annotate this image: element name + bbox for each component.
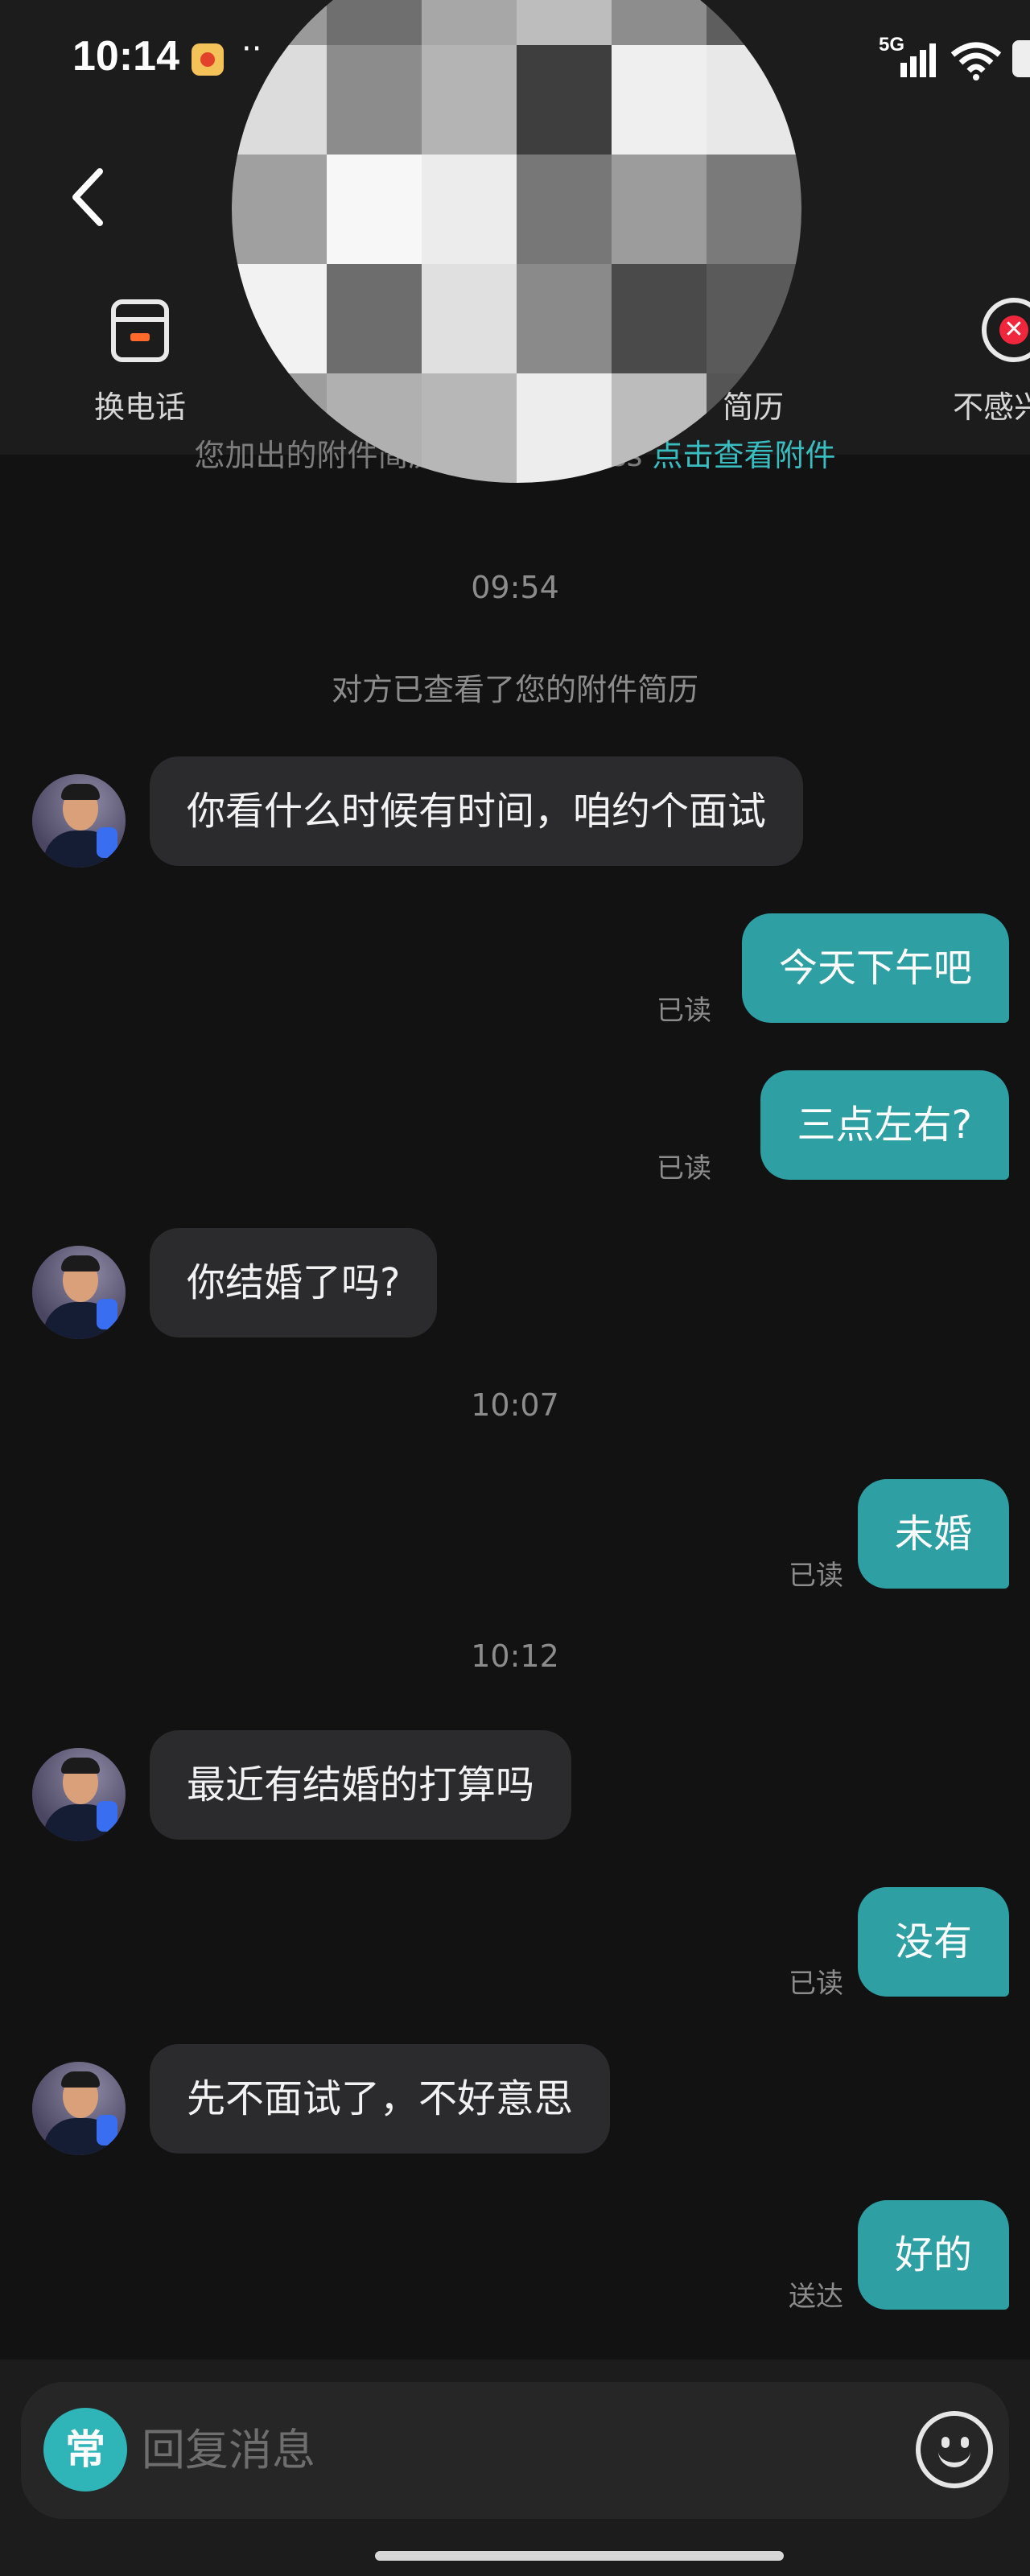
recruiter-avatar[interactable] xyxy=(32,1748,126,1841)
not-interested-button[interactable]: 不感兴趣 xyxy=(925,294,1030,431)
change-phone-label: 换电话 xyxy=(93,389,186,425)
mosaic-tile xyxy=(517,373,612,483)
mosaic-tile xyxy=(422,155,517,264)
home-indicator[interactable] xyxy=(375,2551,784,2561)
common-phrases-button[interactable]: 常 xyxy=(43,2408,127,2492)
mosaic-tile xyxy=(707,155,801,264)
mosaic-tile xyxy=(422,0,517,45)
mosaic-tile xyxy=(612,155,707,264)
delivery-status: 送达 xyxy=(789,2281,843,2313)
signal-icon xyxy=(900,43,936,77)
recruiter-avatar[interactable] xyxy=(32,1246,126,1339)
read-status: 已读 xyxy=(789,1560,843,1592)
mosaic-tile xyxy=(327,264,422,373)
mosaic-tile xyxy=(517,264,612,373)
mosaic-tile xyxy=(517,155,612,264)
battery-icon xyxy=(1012,40,1030,77)
not-interested-label: 不感兴趣 xyxy=(952,389,1030,425)
recruiter-avatar[interactable] xyxy=(32,774,126,868)
outgoing-message[interactable]: 没有 xyxy=(857,1887,1009,1997)
incoming-message[interactable]: 最近有结婚的打算吗 xyxy=(150,1730,572,1840)
recruiter-avatar[interactable] xyxy=(32,2062,126,2155)
status-dots: ·· xyxy=(241,31,262,68)
mosaic-tile xyxy=(517,45,612,155)
mosaic-tile xyxy=(612,0,707,45)
mosaic-tile xyxy=(422,373,517,483)
read-status: 已读 xyxy=(657,1152,711,1185)
emoji-icon[interactable] xyxy=(916,2411,993,2488)
outgoing-message[interactable]: 今天下午吧 xyxy=(741,913,1009,1023)
change-phone-button[interactable]: 换电话 xyxy=(52,294,229,431)
mosaic-tile xyxy=(612,45,707,155)
time-divider: 10:12 xyxy=(471,1638,559,1674)
back-icon[interactable] xyxy=(64,165,113,229)
mosaic-tile xyxy=(612,264,707,373)
mosaic-tile xyxy=(422,45,517,155)
time-divider: 10:07 xyxy=(471,1387,559,1423)
incoming-message[interactable]: 你结婚了吗? xyxy=(150,1228,438,1337)
mosaic-tile xyxy=(232,155,327,264)
mosaic-tile xyxy=(327,45,422,155)
status-time: 10:14 xyxy=(72,33,179,80)
read-status: 已读 xyxy=(789,1968,843,2000)
reply-input[interactable] xyxy=(142,2408,866,2492)
read-status: 已读 xyxy=(657,995,711,1027)
mosaic-tile xyxy=(517,0,612,45)
time-divider: 09:54 xyxy=(471,570,559,605)
outgoing-message[interactable]: 好的 xyxy=(857,2200,1009,2310)
mosaic-tile xyxy=(327,155,422,264)
outgoing-message[interactable]: 未婚 xyxy=(857,1479,1009,1589)
wifi-icon xyxy=(950,42,1002,80)
notification-app-icon xyxy=(192,43,224,76)
mosaic-tile xyxy=(422,264,517,373)
resume-viewed-notice: 对方已查看了您的附件简历 xyxy=(331,672,698,707)
view-attachment-link[interactable]: 点击查看附件 xyxy=(653,438,836,473)
mosaic-tile xyxy=(327,0,422,45)
incoming-message[interactable]: 你看什么时候有时间，咱约个面试 xyxy=(150,756,804,866)
outgoing-message[interactable]: 三点左右? xyxy=(760,1070,1009,1180)
incoming-message[interactable]: 先不面试了，不好意思 xyxy=(150,2044,611,2154)
